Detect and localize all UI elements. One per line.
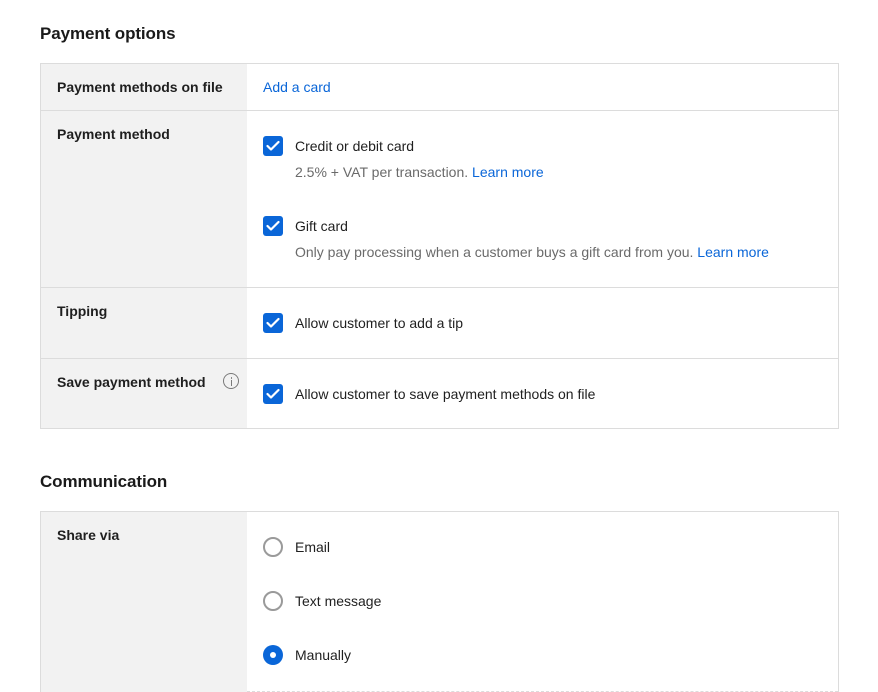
manually-radio[interactable] (263, 645, 283, 665)
gift-card-description: Only pay processing when a customer buys… (295, 244, 769, 260)
tipping-label: Tipping (57, 303, 108, 319)
save-payment-method-label: Save payment method (57, 374, 206, 390)
manually-label: Manually (295, 647, 352, 663)
communication-panel: Share via Email Text message Manually (40, 511, 839, 692)
save-payment-methods-checkbox[interactable] (263, 384, 283, 404)
save-payment-method-row: Save payment method Allow customer to sa… (41, 359, 838, 428)
checkmark-icon (266, 317, 280, 328)
info-icon[interactable] (223, 373, 239, 389)
share-via-row: Share via Email Text message Manually (41, 512, 838, 692)
learn-more-link[interactable]: Learn more (697, 244, 769, 260)
payment-options-panel: Payment methods on file Add a card Payme… (40, 63, 839, 429)
learn-more-link[interactable]: Learn more (472, 164, 544, 180)
gift-card-checkbox[interactable] (263, 216, 283, 236)
payment-methods-on-file-row: Payment methods on file Add a card (41, 64, 838, 111)
credit-debit-card-label: Credit or debit card (295, 138, 415, 154)
payment-options-title: Payment options (40, 24, 176, 43)
gift-card-label: Gift card (295, 218, 348, 234)
checkmark-icon (266, 388, 280, 399)
label-column (41, 359, 247, 428)
text-message-label: Text message (295, 593, 382, 609)
share-via-label: Share via (57, 527, 120, 543)
email-radio[interactable] (263, 537, 283, 557)
credit-debit-card-description: 2.5% + VAT per transaction. Learn more (295, 164, 544, 180)
allow-tip-label: Allow customer to add a tip (295, 315, 464, 331)
save-payment-methods-label: Allow customer to save payment methods o… (295, 386, 596, 402)
payment-methods-on-file-label: Payment methods on file (57, 79, 223, 95)
tipping-row: Tipping Allow customer to add a tip (41, 288, 838, 359)
text-message-radio[interactable] (263, 591, 283, 611)
payment-method-label: Payment method (57, 126, 170, 142)
payment-method-row: Payment method Credit or debit card 2.5%… (41, 111, 838, 288)
credit-debit-card-checkbox[interactable] (263, 136, 283, 156)
checkmark-icon (266, 140, 280, 151)
label-column (41, 288, 247, 358)
email-label: Email (295, 539, 331, 555)
allow-tip-checkbox[interactable] (263, 313, 283, 333)
add-card-link[interactable]: Add a card (263, 79, 331, 95)
communication-title: Communication (40, 472, 168, 491)
checkmark-icon (266, 220, 280, 231)
